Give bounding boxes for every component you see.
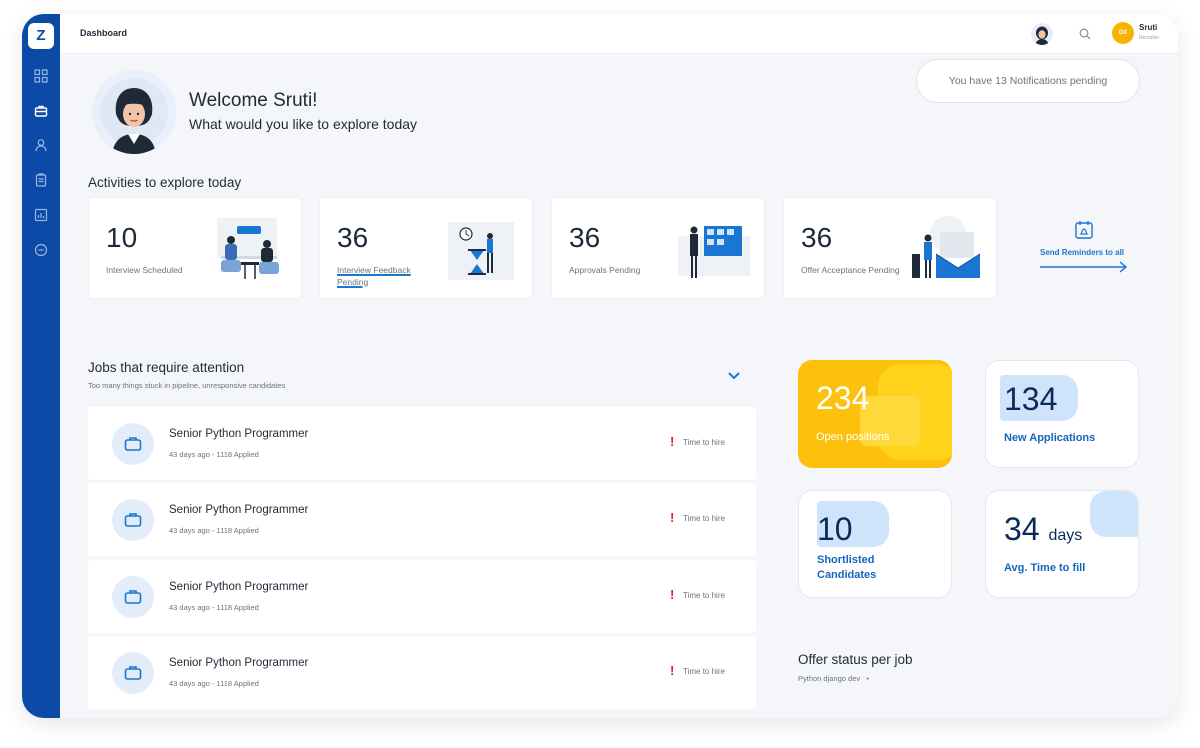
offer-status-title: Offer status per job [798,652,913,667]
stat-time-to-fill[interactable]: 34 days Avg. Time to fill [985,490,1139,598]
stat-label: Avg. Time to fill [1004,562,1086,574]
job-meta: 43 days ago - 1118 Applied [169,603,259,612]
briefcase-icon [112,499,154,541]
job-title[interactable]: Senior Python Programmer [169,428,308,440]
briefcase-icon [112,576,154,618]
activity-card-feedback[interactable]: 36 Interview Feedback Pending [319,197,533,299]
send-reminders-button[interactable]: Send Reminders to all [1040,248,1124,257]
stat-value: 234 [816,380,870,416]
more-icon[interactable] [33,242,49,258]
job-meta: 43 days ago - 1118 Applied [169,450,259,459]
job-title[interactable]: Senior Python Programmer [169,581,308,593]
activity-card-approvals[interactable]: 36 Approvals Pending [551,197,765,299]
user-name[interactable]: Sruti [1139,23,1157,32]
decor-shape [1090,491,1138,537]
activities-title: Activities to explore today [88,175,242,190]
breadcrumb[interactable]: Dashboard [80,28,127,38]
activity-count: 36 [801,222,833,253]
stat-open-positions[interactable]: 234 Open positions [798,360,952,468]
dropdown-dot-icon: • [862,674,870,683]
job-selector-value: Python django dev [798,674,861,683]
stat-unit: days [1048,527,1083,544]
stat-new-applications[interactable]: 134 New Applications [985,360,1139,468]
calendar-bell-icon[interactable] [1074,220,1094,240]
activity-count: 10 [106,222,138,253]
briefcase-icon [112,423,154,465]
welcome-subtitle: What would you like to explore today [189,116,418,132]
sidebar: Z [22,14,60,718]
interview-illustration-icon [217,218,279,279]
job-title[interactable]: Senior Python Programmer [169,504,308,516]
stat-label: New Applications [1004,432,1096,444]
job-row[interactable]: Senior Python Programmer 43 days ago - 1… [88,560,756,633]
offer-envelope-illustration-icon [912,216,981,278]
welcome-avatar [92,70,176,154]
user-role: Recruiter [1139,35,1160,41]
activity-label: Interview Feedback Pending [337,265,411,287]
stat-shortlisted[interactable]: 10 Shortlisted Candidates [798,490,952,598]
board-illustration-icon [678,226,750,278]
user-initials-badge[interactable]: DX [1112,22,1134,44]
job-selector[interactable]: Python django dev • [798,674,869,683]
job-alert-tag: Time to hire [683,667,725,676]
job-alert-tag: Time to hire [683,438,725,447]
notification-banner[interactable]: You have 13 Notifications pending [916,59,1140,103]
alert-icon: ! [670,434,675,449]
stat-number: 34 [1004,511,1040,547]
arrow-right-icon[interactable] [1040,261,1130,273]
job-row[interactable]: Senior Python Programmer 43 days ago - 1… [88,407,756,480]
activity-card-interviews[interactable]: 10 Interview Scheduled [88,197,302,299]
job-alert-tag: Time to hire [683,591,725,600]
activity-label: Interview Scheduled [106,265,183,275]
job-row[interactable]: Senior Python Programmer 43 days ago - 1… [88,483,756,556]
alert-icon: ! [670,587,675,602]
job-title[interactable]: Senior Python Programmer [169,657,308,669]
briefcase-icon [112,652,154,694]
job-row[interactable]: Senior Python Programmer 43 days ago - 1… [88,636,756,709]
job-alert-tag: Time to hire [683,514,725,523]
chevron-down-icon[interactable] [726,368,742,384]
alert-icon: ! [670,663,675,678]
stat-label: Shortlisted Candidates [817,554,877,581]
top-bar: Dashboard DX Sruti Recruiter [60,14,1178,54]
job-meta: 43 days ago - 1118 Applied [169,679,259,688]
app-window: Z Dashboard DX Sruti Recruiter You have … [22,14,1178,718]
jobs-subtitle: Too many things stuck in pipeline, unres… [88,381,286,390]
grid-icon[interactable] [33,68,49,84]
app-logo[interactable]: Z [28,23,54,49]
user-icon[interactable] [33,137,49,153]
notifications-avatar[interactable] [1031,23,1053,45]
stat-value: 134 [1004,381,1058,417]
activity-count: 36 [569,222,601,253]
search-icon[interactable] [1078,27,1092,41]
activity-label: Approvals Pending [569,265,641,275]
alert-icon: ! [670,510,675,525]
stat-value: 10 [817,511,853,547]
activity-card-offers[interactable]: 36 Offer Acceptance Pending [783,197,997,299]
chart-icon[interactable] [33,207,49,223]
clipboard-icon[interactable] [33,172,49,188]
job-meta: 43 days ago - 1118 Applied [169,526,259,535]
jobs-title: Jobs that require attention [88,360,245,375]
activity-label: Offer Acceptance Pending [801,265,900,275]
stat-label: Open positions [816,431,890,443]
hourglass-illustration-icon [448,222,514,280]
briefcase-icon[interactable] [33,103,49,119]
stat-value: 34 days [1004,511,1082,548]
activity-count: 36 [337,222,369,253]
welcome-title: Welcome Sruti! [189,90,318,111]
